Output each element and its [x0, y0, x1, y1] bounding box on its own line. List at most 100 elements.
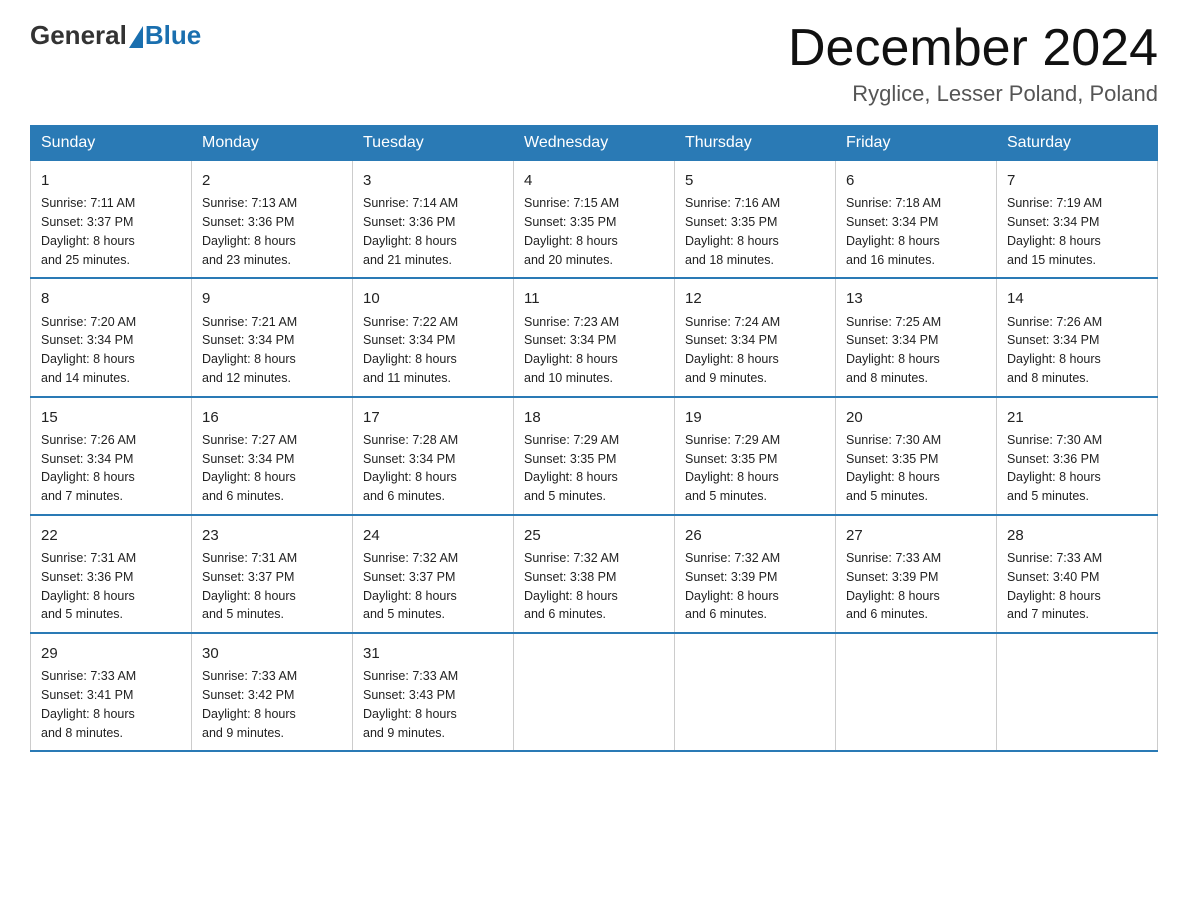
calendar-cell: 3Sunrise: 7:14 AMSunset: 3:36 PMDaylight…: [353, 161, 514, 279]
calendar-cell: 14 Sunrise: 7:26 AMSunset: 3:34 PMDayligh…: [997, 278, 1158, 396]
day-number: 18: [524, 406, 664, 429]
calendar-cell: 13Sunrise: 7:25 AMSunset: 3:34 PMDayligh…: [836, 278, 997, 396]
day-number: 19: [685, 406, 825, 429]
day-info: Sunrise: 7:33 AMSunset: 3:43 PMDaylight:…: [363, 667, 503, 742]
day-number: 2: [202, 169, 342, 192]
calendar-cell: 7Sunrise: 7:19 AMSunset: 3:34 PMDaylight…: [997, 161, 1158, 279]
day-number: 15: [41, 406, 181, 429]
day-number: 14: [1007, 287, 1147, 310]
day-info: Sunrise: 7:11 AMSunset: 3:37 PMDaylight:…: [41, 194, 181, 269]
header-friday: Friday: [836, 126, 997, 161]
calendar-cell: 4Sunrise: 7:15 AMSunset: 3:35 PMDaylight…: [514, 161, 675, 279]
calendar-cell: 15Sunrise: 7:26 AMSunset: 3:34 PMDayligh…: [31, 397, 192, 515]
month-title: December 2024: [788, 20, 1158, 77]
day-number: 26: [685, 524, 825, 547]
calendar-table: SundayMondayTuesdayWednesdayThursdayFrid…: [30, 125, 1158, 752]
day-info: Sunrise: 7:14 AMSunset: 3:36 PMDaylight:…: [363, 194, 503, 269]
calendar-cell: 31Sunrise: 7:33 AMSunset: 3:43 PMDayligh…: [353, 633, 514, 751]
calendar-cell: 11 Sunrise: 7:23 AMSunset: 3:34 PMDayligh…: [514, 278, 675, 396]
day-number: 1: [41, 169, 181, 192]
day-number: 28: [1007, 524, 1147, 547]
week-row-2: 8 Sunrise: 7:20 AMSunset: 3:34 PMDaylight…: [31, 278, 1158, 396]
day-info: Sunrise: 7:33 AMSunset: 3:41 PMDaylight:…: [41, 667, 181, 742]
calendar-cell: 2Sunrise: 7:13 AMSunset: 3:36 PMDaylight…: [192, 161, 353, 279]
title-block: December 2024 Ryglice, Lesser Poland, Po…: [788, 20, 1158, 107]
week-row-3: 15Sunrise: 7:26 AMSunset: 3:34 PMDayligh…: [31, 397, 1158, 515]
header-tuesday: Tuesday: [353, 126, 514, 161]
calendar-cell: 21Sunrise: 7:30 AMSunset: 3:36 PMDayligh…: [997, 397, 1158, 515]
day-number: 8: [41, 287, 181, 310]
header-thursday: Thursday: [675, 126, 836, 161]
week-row-1: 1Sunrise: 7:11 AMSunset: 3:37 PMDaylight…: [31, 161, 1158, 279]
day-number: 5: [685, 169, 825, 192]
calendar-cell: [997, 633, 1158, 751]
calendar-cell: 29Sunrise: 7:33 AMSunset: 3:41 PMDayligh…: [31, 633, 192, 751]
day-info: Sunrise: 7:29 AMSunset: 3:35 PMDaylight:…: [524, 431, 664, 506]
day-number: 25: [524, 524, 664, 547]
day-info: Sunrise: 7:24 AMSunset: 3:34 PMDaylight:…: [685, 313, 825, 388]
day-number: 22: [41, 524, 181, 547]
calendar-cell: 10 Sunrise: 7:22 AMSunset: 3:34 PMDayligh…: [353, 278, 514, 396]
header-sunday: Sunday: [31, 126, 192, 161]
day-number: 29: [41, 642, 181, 665]
day-info: Sunrise: 7:31 AMSunset: 3:37 PMDaylight:…: [202, 549, 342, 624]
day-info: Sunrise: 7:32 AMSunset: 3:38 PMDaylight:…: [524, 549, 664, 624]
logo-triangle-icon: [129, 26, 143, 48]
day-number: 21: [1007, 406, 1147, 429]
logo-general-text: General: [30, 20, 127, 51]
day-number: 31: [363, 642, 503, 665]
day-number: 27: [846, 524, 986, 547]
calendar-cell: 12Sunrise: 7:24 AMSunset: 3:34 PMDayligh…: [675, 278, 836, 396]
day-number: 16: [202, 406, 342, 429]
day-info: Sunrise: 7:28 AMSunset: 3:34 PMDaylight:…: [363, 431, 503, 506]
calendar-cell: 17Sunrise: 7:28 AMSunset: 3:34 PMDayligh…: [353, 397, 514, 515]
day-number: 24: [363, 524, 503, 547]
day-number: 7: [1007, 169, 1147, 192]
day-info: Sunrise: 7:18 AMSunset: 3:34 PMDaylight:…: [846, 194, 986, 269]
calendar-cell: 19Sunrise: 7:29 AMSunset: 3:35 PMDayligh…: [675, 397, 836, 515]
calendar-cell: 27Sunrise: 7:33 AMSunset: 3:39 PMDayligh…: [836, 515, 997, 633]
location-title: Ryglice, Lesser Poland, Poland: [788, 81, 1158, 107]
day-number: 23: [202, 524, 342, 547]
header-monday: Monday: [192, 126, 353, 161]
day-info: Sunrise: 7:26 AMSunset: 3:34 PMDaylight:…: [41, 431, 181, 506]
day-number: 11: [524, 287, 664, 310]
calendar-cell: 16Sunrise: 7:27 AMSunset: 3:34 PMDayligh…: [192, 397, 353, 515]
calendar-cell: 18Sunrise: 7:29 AMSunset: 3:35 PMDayligh…: [514, 397, 675, 515]
day-info: Sunrise: 7:23 AMSunset: 3:34 PMDaylight:…: [524, 313, 664, 388]
calendar-cell: 26Sunrise: 7:32 AMSunset: 3:39 PMDayligh…: [675, 515, 836, 633]
logo-blue-text: Blue: [145, 20, 201, 51]
day-number: 10: [363, 287, 503, 310]
calendar-cell: 24Sunrise: 7:32 AMSunset: 3:37 PMDayligh…: [353, 515, 514, 633]
calendar-cell: [514, 633, 675, 751]
day-info: Sunrise: 7:26 AMSunset: 3:34 PMDaylight:…: [1007, 313, 1147, 388]
logo: General Blue: [30, 20, 201, 51]
calendar-cell: 20Sunrise: 7:30 AMSunset: 3:35 PMDayligh…: [836, 397, 997, 515]
calendar-cell: 6Sunrise: 7:18 AMSunset: 3:34 PMDaylight…: [836, 161, 997, 279]
day-info: Sunrise: 7:33 AMSunset: 3:42 PMDaylight:…: [202, 667, 342, 742]
calendar-cell: 22Sunrise: 7:31 AMSunset: 3:36 PMDayligh…: [31, 515, 192, 633]
day-info: Sunrise: 7:27 AMSunset: 3:34 PMDaylight:…: [202, 431, 342, 506]
day-number: 20: [846, 406, 986, 429]
day-info: Sunrise: 7:19 AMSunset: 3:34 PMDaylight:…: [1007, 194, 1147, 269]
day-info: Sunrise: 7:20 AMSunset: 3:34 PMDaylight:…: [41, 313, 181, 388]
calendar-cell: 9Sunrise: 7:21 AMSunset: 3:34 PMDaylight…: [192, 278, 353, 396]
day-info: Sunrise: 7:13 AMSunset: 3:36 PMDaylight:…: [202, 194, 342, 269]
header-saturday: Saturday: [997, 126, 1158, 161]
day-info: Sunrise: 7:33 AMSunset: 3:39 PMDaylight:…: [846, 549, 986, 624]
day-info: Sunrise: 7:31 AMSunset: 3:36 PMDaylight:…: [41, 549, 181, 624]
calendar-cell: 5Sunrise: 7:16 AMSunset: 3:35 PMDaylight…: [675, 161, 836, 279]
day-info: Sunrise: 7:32 AMSunset: 3:37 PMDaylight:…: [363, 549, 503, 624]
day-number: 17: [363, 406, 503, 429]
calendar-cell: 25Sunrise: 7:32 AMSunset: 3:38 PMDayligh…: [514, 515, 675, 633]
day-info: Sunrise: 7:22 AMSunset: 3:34 PMDaylight:…: [363, 313, 503, 388]
calendar-cell: [836, 633, 997, 751]
calendar-header-row: SundayMondayTuesdayWednesdayThursdayFrid…: [31, 126, 1158, 161]
calendar-cell: 30Sunrise: 7:33 AMSunset: 3:42 PMDayligh…: [192, 633, 353, 751]
day-number: 6: [846, 169, 986, 192]
day-info: Sunrise: 7:32 AMSunset: 3:39 PMDaylight:…: [685, 549, 825, 624]
header-wednesday: Wednesday: [514, 126, 675, 161]
day-info: Sunrise: 7:30 AMSunset: 3:35 PMDaylight:…: [846, 431, 986, 506]
day-info: Sunrise: 7:25 AMSunset: 3:34 PMDaylight:…: [846, 313, 986, 388]
calendar-cell: 28Sunrise: 7:33 AMSunset: 3:40 PMDayligh…: [997, 515, 1158, 633]
